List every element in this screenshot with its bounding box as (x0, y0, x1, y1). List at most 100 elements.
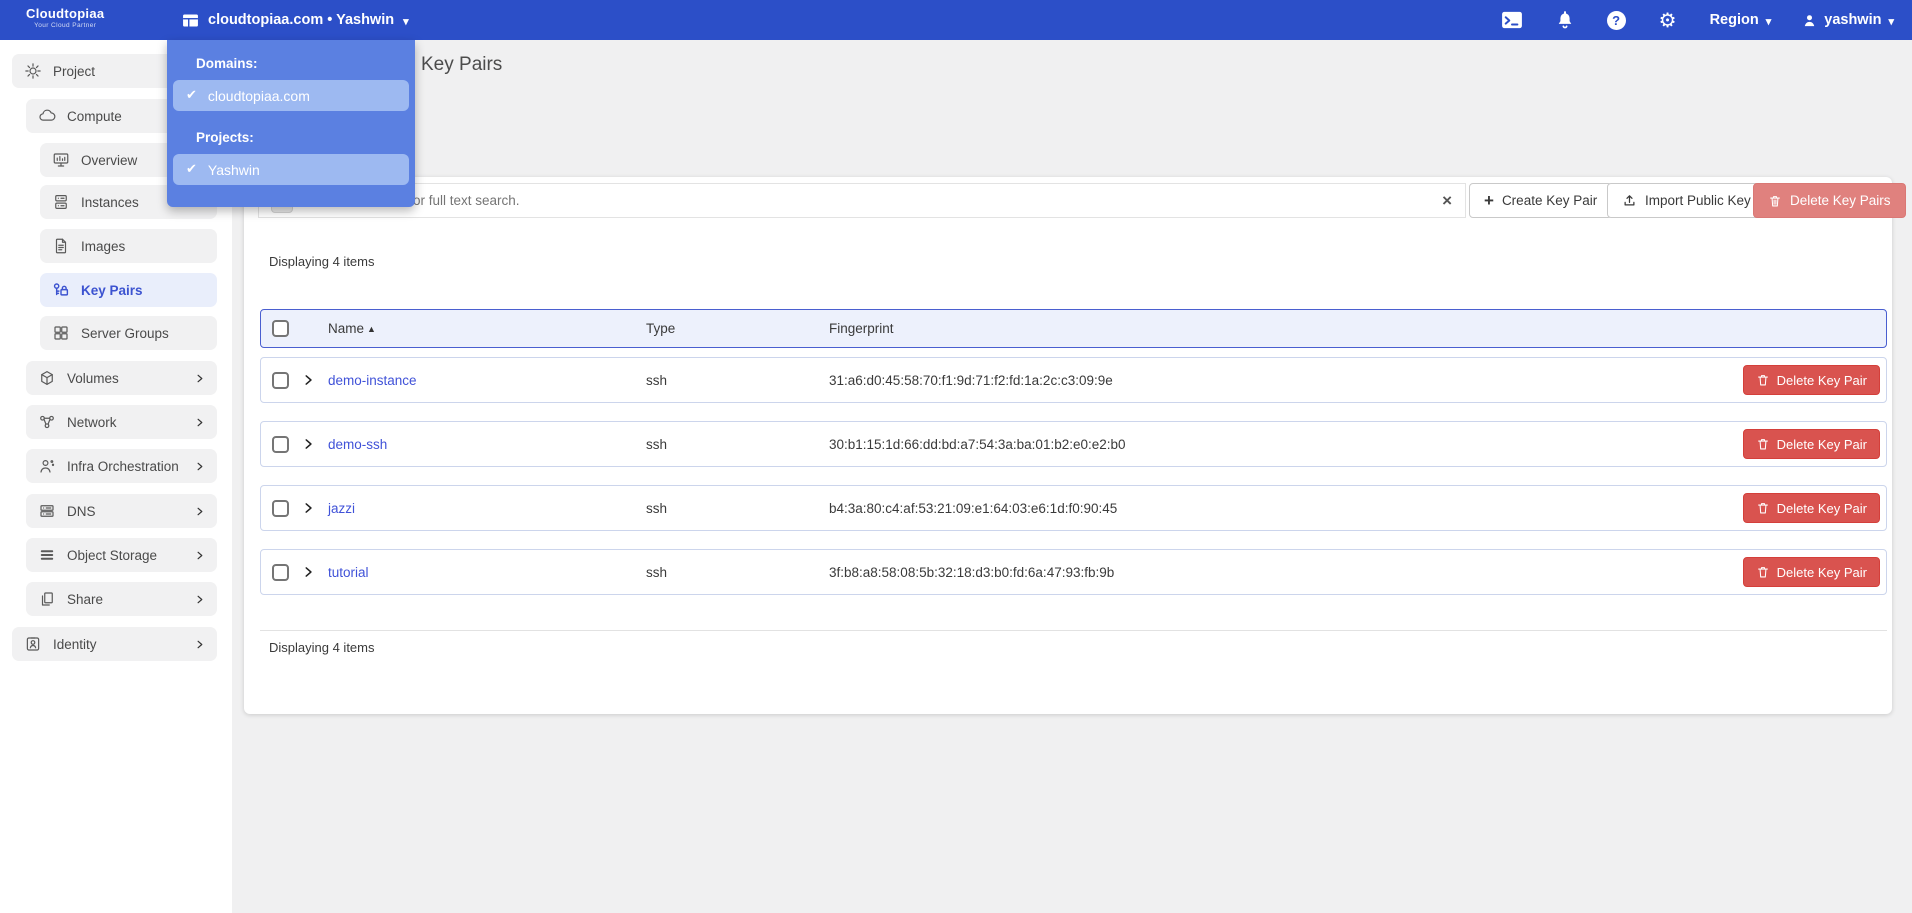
table-row: tutorial ssh 3f:b8:a8:58:08:5b:32:18:d3:… (260, 549, 1887, 595)
main-content: Key Pairs × + Create Key Pair Import Pub… (232, 40, 1912, 913)
notifications-icon[interactable] (1554, 9, 1576, 31)
domain-project-switcher[interactable]: cloudtopiaa.com • Yashwin ▾ (182, 0, 409, 40)
expand-row-icon[interactable] (301, 437, 315, 451)
delete-key-pair-label: Delete Key Pair (1777, 373, 1867, 388)
identity-badge-icon (24, 635, 42, 653)
sidebar-item-label: Network (67, 415, 117, 430)
sidebar-item-label: Infra Orchestration (67, 459, 179, 474)
key-pair-type: ssh (646, 565, 829, 580)
create-key-pair-button[interactable]: + Create Key Pair (1469, 183, 1612, 218)
import-public-key-button[interactable]: Import Public Key (1607, 183, 1766, 218)
user-label: yashwin (1824, 12, 1881, 28)
column-header-fingerprint[interactable]: Fingerprint (829, 321, 1740, 336)
chevron-right-icon (194, 506, 205, 517)
key-pair-fingerprint: 30:b1:15:1d:66:dd:bd:a7:54:3a:ba:01:b2:e… (829, 437, 1740, 452)
page-title: Key Pairs (421, 54, 502, 76)
key-pair-name-link[interactable]: tutorial (328, 565, 646, 580)
key-pairs-icon (52, 281, 70, 299)
sidebar-item-identity[interactable]: Identity (12, 627, 217, 661)
infra-orchestration-icon (38, 457, 56, 475)
delete-key-pair-button[interactable]: Delete Key Pair (1743, 365, 1880, 395)
brand-logo[interactable]: Cloudtopiaa Your Cloud Partner (26, 6, 104, 29)
row-checkbox[interactable] (272, 436, 289, 453)
help-icon[interactable]: ? (1607, 11, 1626, 30)
sidebar-item-label: Server Groups (81, 326, 169, 341)
select-all-checkbox[interactable] (272, 320, 289, 337)
delete-key-pair-label: Delete Key Pair (1777, 565, 1867, 580)
domain-project-dropdown: Domains: ✔ cloudtopiaa.com Projects: ✔ Y… (167, 40, 415, 207)
sidebar-item-label: DNS (67, 504, 96, 519)
share-docs-icon (38, 590, 56, 608)
brand-tagline: Your Cloud Partner (26, 22, 104, 29)
delete-key-pair-button[interactable]: Delete Key Pair (1743, 493, 1880, 523)
create-key-pair-label: Create Key Pair (1502, 193, 1597, 208)
items-count-bottom: Displaying 4 items (269, 640, 375, 655)
dropdown-item-project[interactable]: ✔ Yashwin (173, 154, 409, 185)
trash-icon (1756, 373, 1770, 387)
region-menu[interactable]: Region ▾ (1710, 12, 1772, 28)
expand-row-icon[interactable] (301, 373, 315, 387)
chevron-down-icon: ▾ (403, 15, 409, 28)
delete-key-pair-button[interactable]: Delete Key Pair (1743, 429, 1880, 459)
key-pair-fingerprint: 3f:b8:a8:58:08:5b:32:18:d3:b0:fd:6a:47:9… (829, 565, 1740, 580)
key-pair-type: ssh (646, 437, 829, 452)
sidebar-item-label: Volumes (67, 371, 119, 386)
expand-row-icon[interactable] (301, 501, 315, 515)
delete-key-pair-button[interactable]: Delete Key Pair (1743, 557, 1880, 587)
sidebar-item-volumes[interactable]: Volumes (26, 361, 217, 395)
navbar-actions: ? ⚙ Region ▾ yashwin ▾ (1501, 0, 1894, 40)
projects-heading: Projects: (196, 130, 409, 145)
key-pairs-panel: × + Create Key Pair Import Public Key De… (244, 177, 1892, 714)
dropdown-item-domain[interactable]: ✔ cloudtopiaa.com (173, 80, 409, 111)
sidebar-item-dns[interactable]: DNS (26, 494, 217, 528)
key-pair-name-link[interactable]: demo-ssh (328, 437, 646, 452)
domains-heading: Domains: (196, 56, 409, 71)
settings-gear-icon[interactable]: ⚙ (1657, 9, 1679, 31)
column-header-name[interactable]: Name▲ (328, 321, 646, 336)
project-item-label: Yashwin (208, 162, 260, 178)
sidebar-item-label: Key Pairs (81, 283, 143, 298)
sidebar-item-label: Identity (53, 637, 97, 652)
key-pair-name-link[interactable]: demo-instance (328, 373, 646, 388)
key-pair-name-link[interactable]: jazzi (328, 501, 646, 516)
server-groups-icon (52, 324, 70, 342)
top-navbar: Cloudtopiaa Your Cloud Partner cloudtopi… (0, 0, 1912, 40)
sort-asc-icon: ▲ (367, 324, 376, 334)
row-checkbox[interactable] (272, 564, 289, 581)
trash-icon (1756, 565, 1770, 579)
table-row: demo-ssh ssh 30:b1:15:1d:66:dd:bd:a7:54:… (260, 421, 1887, 467)
chevron-right-icon (194, 461, 205, 472)
terminal-icon[interactable] (1501, 9, 1523, 31)
volumes-cube-icon (38, 369, 56, 387)
delete-key-pairs-button[interactable]: Delete Key Pairs (1753, 183, 1906, 218)
sidebar-item-server-groups[interactable]: Server Groups (40, 316, 217, 350)
clear-search-icon[interactable]: × (1442, 192, 1452, 209)
user-menu[interactable]: yashwin ▾ (1802, 12, 1894, 28)
key-pairs-table: Name▲ Type Fingerprint demo-instance ssh… (260, 309, 1887, 613)
search-bar: × (258, 183, 1466, 218)
sidebar-item-share[interactable]: Share (26, 582, 217, 616)
chevron-right-icon (194, 417, 205, 428)
sidebar-item-label: Instances (81, 195, 139, 210)
dns-racks-icon (38, 502, 56, 520)
sidebar-item-object-storage[interactable]: Object Storage (26, 538, 217, 572)
sidebar-item-infra-orchestration[interactable]: Infra Orchestration (26, 449, 217, 483)
gear-glyph: ⚙ (1659, 10, 1677, 30)
items-count-top: Displaying 4 items (269, 254, 375, 269)
instances-server-icon (52, 193, 70, 211)
project-icon (24, 62, 42, 80)
name-column-label: Name (328, 321, 364, 336)
sidebar-item-network[interactable]: Network (26, 405, 217, 439)
search-input[interactable] (293, 192, 1442, 209)
column-header-type[interactable]: Type (646, 321, 829, 336)
trash-icon (1756, 437, 1770, 451)
sidebar-item-images[interactable]: Images (40, 229, 217, 263)
import-public-key-label: Import Public Key (1645, 193, 1751, 208)
delete-key-pair-label: Delete Key Pair (1777, 501, 1867, 516)
sidebar-item-label: Object Storage (67, 548, 157, 563)
chevron-right-icon (194, 594, 205, 605)
sidebar-item-key-pairs[interactable]: Key Pairs (40, 273, 217, 307)
expand-row-icon[interactable] (301, 565, 315, 579)
row-checkbox[interactable] (272, 372, 289, 389)
row-checkbox[interactable] (272, 500, 289, 517)
